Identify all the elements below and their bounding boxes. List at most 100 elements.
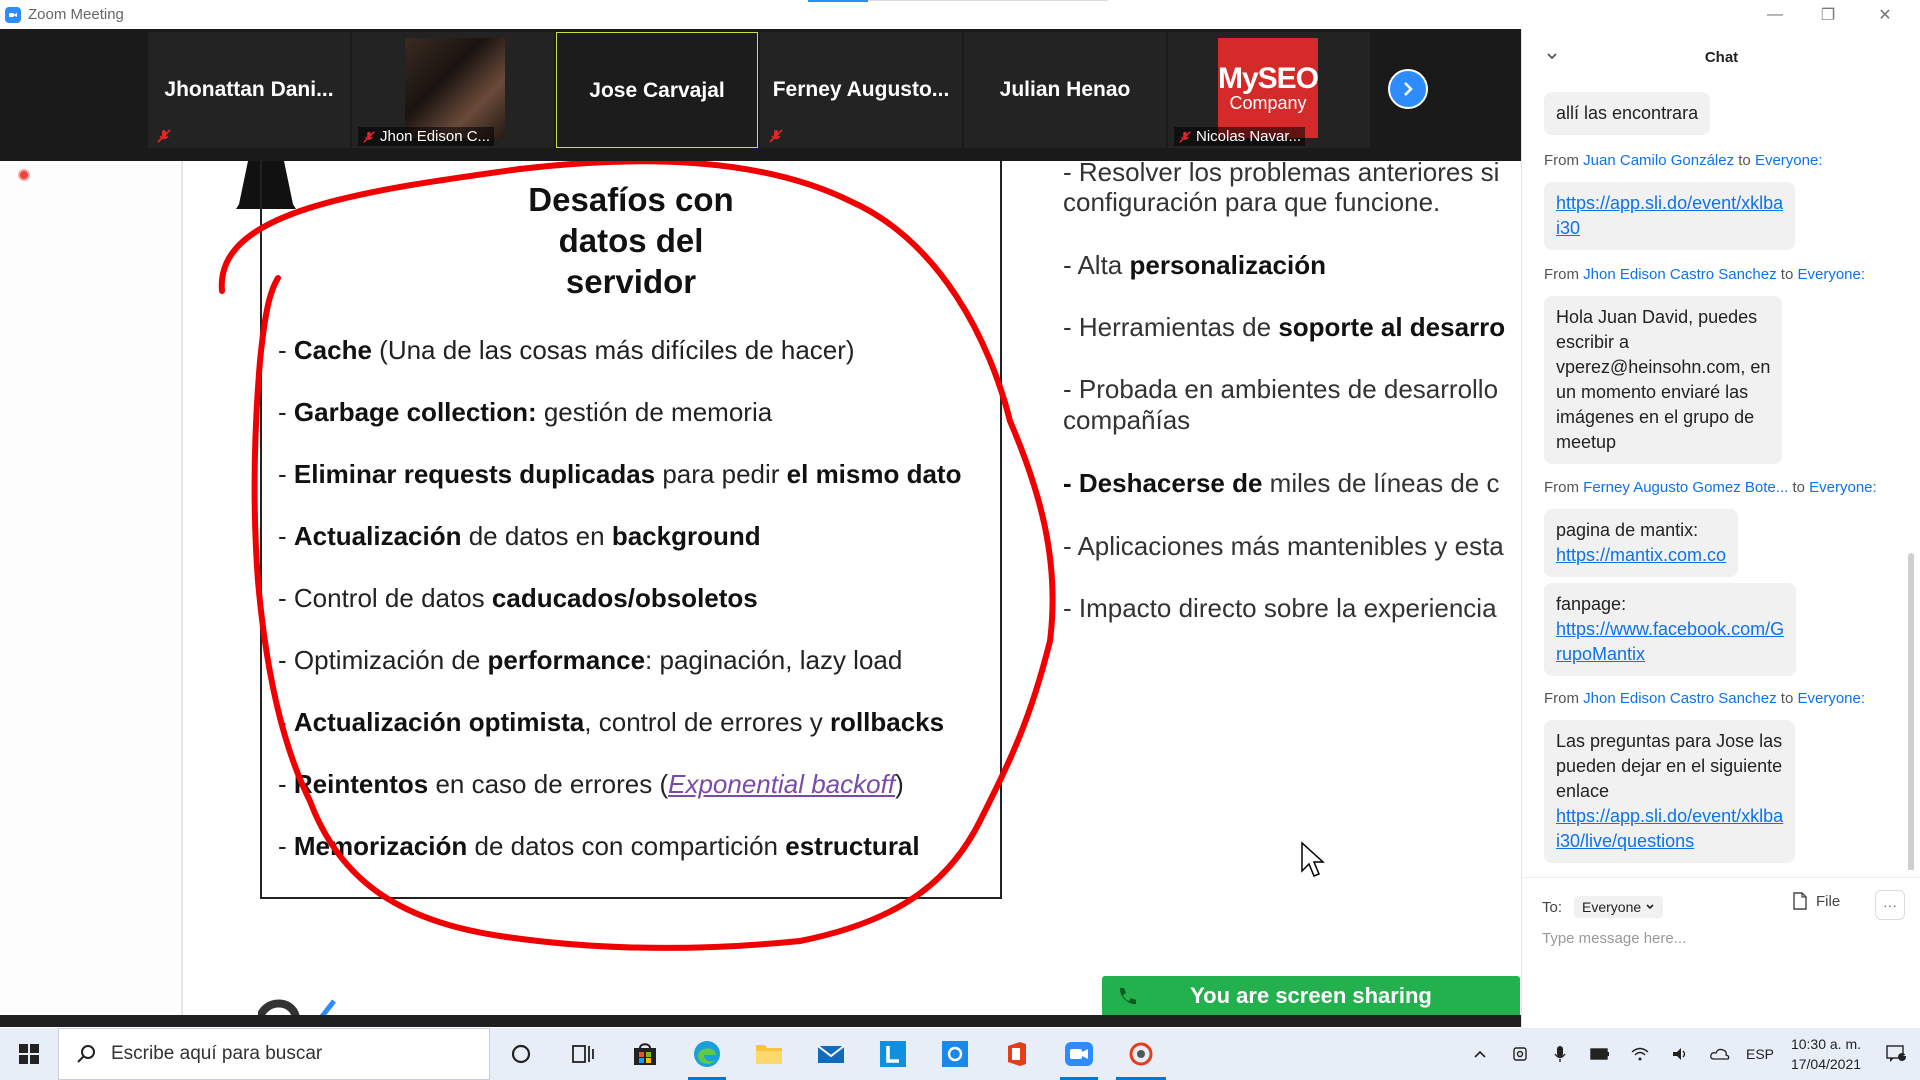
message-text: fanpage:	[1556, 594, 1627, 614]
participant-tile[interactable]: Jhonattan Dani...	[148, 32, 350, 148]
screen-sharing-banner[interactable]: You are screen sharing	[1102, 976, 1520, 1015]
participant-tile[interactable]: Jhon Edison C...	[352, 32, 554, 148]
participant-photo	[405, 38, 505, 138]
message-link[interactable]: i30/live/questions	[1556, 829, 1783, 854]
message-link[interactable]: https://mantix.com.co	[1556, 543, 1726, 568]
chevron-down-icon[interactable]	[1545, 49, 1559, 63]
logo-bottom-text: Company	[1229, 93, 1307, 113]
taskbar-app-l[interactable]	[862, 1028, 924, 1080]
battery-icon	[1590, 1048, 1609, 1060]
from-label: From	[1544, 690, 1579, 707]
message-text: enlace	[1556, 781, 1610, 801]
next-participants-button[interactable]	[1388, 69, 1428, 109]
taskbar-edge[interactable]	[676, 1028, 738, 1080]
participant-label: Nicolas Navar...	[1174, 127, 1306, 146]
taskbar-app-blue[interactable]	[924, 1028, 986, 1080]
participant-name: Jose Carvajal	[589, 79, 725, 102]
recipient-name[interactable]: Everyone:	[1797, 690, 1865, 707]
search-placeholder: Escribe aquí para buscar	[111, 1043, 323, 1064]
app-circle-icon	[942, 1041, 968, 1067]
window-title: Zoom Meeting	[28, 6, 124, 23]
chat-message: allí las encontrara	[1544, 92, 1711, 135]
task-view-button[interactable]	[552, 1028, 614, 1080]
message-link[interactable]: https://app.sli.do/event/xklba	[1556, 804, 1783, 829]
tray-camera[interactable]	[1500, 1028, 1540, 1080]
taskbar-mail[interactable]	[800, 1028, 862, 1080]
clock-date: 17/04/2021	[1790, 1056, 1862, 1072]
zoom-app-icon	[5, 6, 21, 23]
message-text: pueden dejar en el siguiente	[1556, 756, 1783, 776]
chat-message: https://app.sli.do/event/xklba i30	[1544, 182, 1796, 250]
tray-wifi[interactable]	[1620, 1028, 1660, 1080]
tray-microphone[interactable]	[1540, 1028, 1580, 1080]
wifi-icon	[1631, 1047, 1649, 1061]
sender-name[interactable]: Jhon Edison Castro Sanchez	[1583, 266, 1776, 283]
file-label: File	[1816, 892, 1841, 910]
recipient-dropdown[interactable]: Everyone	[1574, 896, 1664, 918]
recipient-name[interactable]: Everyone:	[1797, 266, 1865, 283]
windows-taskbar: Escribe aquí para buscar ESP 10:30 a. m.…	[0, 1028, 1920, 1080]
from-label: From	[1544, 479, 1579, 496]
message-text: Las preguntas para Jose las	[1556, 731, 1783, 751]
tray-notifications[interactable]: 1	[1872, 1028, 1920, 1080]
message-text: Hola Juan David, puedes	[1556, 307, 1758, 327]
cloud-icon	[1710, 1048, 1730, 1060]
sender-name[interactable]: Juan Camilo González	[1583, 152, 1734, 169]
tray-battery[interactable]	[1580, 1028, 1620, 1080]
title-progress-line	[808, 0, 868, 2]
file-icon	[1793, 892, 1807, 910]
participant-tile[interactable]: Ferney Augusto...	[760, 32, 962, 148]
chevron-right-icon	[1404, 82, 1413, 96]
sender-name[interactable]: Jhon Edison Castro Sanchez	[1583, 690, 1776, 707]
message-link[interactable]: i30	[1556, 216, 1783, 241]
minimize-button[interactable]: —	[1752, 0, 1798, 29]
recipient-name[interactable]: Everyone:	[1809, 479, 1877, 496]
chat-message: fanpage: https://www.facebook.com/G rupo…	[1544, 583, 1797, 676]
message-input[interactable]	[1542, 930, 1902, 947]
title-divider-line	[868, 0, 1108, 1]
participant-label: Jhon Edison C...	[358, 127, 495, 146]
sender-name[interactable]: Ferney Augusto Gomez Bote...	[1583, 479, 1788, 496]
more-options-button[interactable]: ···	[1875, 890, 1905, 920]
screen-bottom-border	[0, 1015, 1521, 1027]
taskbar-annotation-app[interactable]	[1110, 1028, 1172, 1080]
participant-tile[interactable]: Julian Henao	[964, 32, 1166, 148]
muted-mic-icon	[157, 129, 171, 143]
from-label: From	[1544, 152, 1579, 169]
annotation-tools-icon[interactable]	[258, 987, 338, 1015]
tray-volume[interactable]	[1660, 1028, 1700, 1080]
chat-scrollbar[interactable]	[1908, 553, 1914, 870]
cortana-button[interactable]	[490, 1028, 552, 1080]
file-button[interactable]: File	[1792, 892, 1840, 910]
chat-header: Chat	[1522, 29, 1920, 85]
message-link[interactable]: rupoMantix	[1556, 642, 1784, 667]
tray-onedrive[interactable]	[1700, 1028, 1740, 1080]
participant-name: Julian Henao	[999, 78, 1131, 101]
participant-tile[interactable]: MySEO Company Nicolas Navar...	[1168, 32, 1370, 148]
start-button[interactable]	[0, 1028, 58, 1080]
taskbar-file-explorer[interactable]	[738, 1028, 800, 1080]
taskbar-store[interactable]	[614, 1028, 676, 1080]
chat-messages[interactable]: allí las encontrara From Juan Camilo Gon…	[1522, 85, 1920, 870]
restore-button[interactable]: ❐	[1805, 0, 1851, 29]
chat-message: Hola Juan David, puedes escribir a vpere…	[1544, 296, 1783, 464]
microphone-icon	[1554, 1046, 1566, 1062]
message-link[interactable]: https://app.sli.do/event/xklba	[1556, 191, 1783, 216]
participant-tile-active-speaker[interactable]: Jose Carvajal	[556, 32, 758, 148]
task-view-icon	[572, 1045, 594, 1063]
tray-language[interactable]: ESP	[1740, 1028, 1780, 1080]
recipient-name[interactable]: Everyone:	[1755, 152, 1823, 169]
taskbar-office[interactable]	[986, 1028, 1048, 1080]
message-text: pagina de mantix:	[1556, 520, 1699, 540]
taskbar-search-box[interactable]: Escribe aquí para buscar	[58, 1028, 490, 1080]
tray-show-hidden[interactable]	[1460, 1028, 1500, 1080]
edge-browser-icon	[694, 1041, 720, 1067]
close-button[interactable]: ✕	[1862, 0, 1908, 29]
message-text: allí las encontrara	[1556, 103, 1699, 123]
message-link[interactable]: https://www.facebook.com/G	[1556, 617, 1784, 642]
phone-icon	[1119, 988, 1136, 1005]
tray-clock[interactable]: 10:30 a. m. 17/04/2021	[1780, 1034, 1872, 1074]
recipient-value: Everyone	[1582, 899, 1642, 915]
chat-message: Las preguntas para Jose las pueden dejar…	[1544, 720, 1796, 863]
taskbar-zoom[interactable]	[1048, 1028, 1110, 1080]
